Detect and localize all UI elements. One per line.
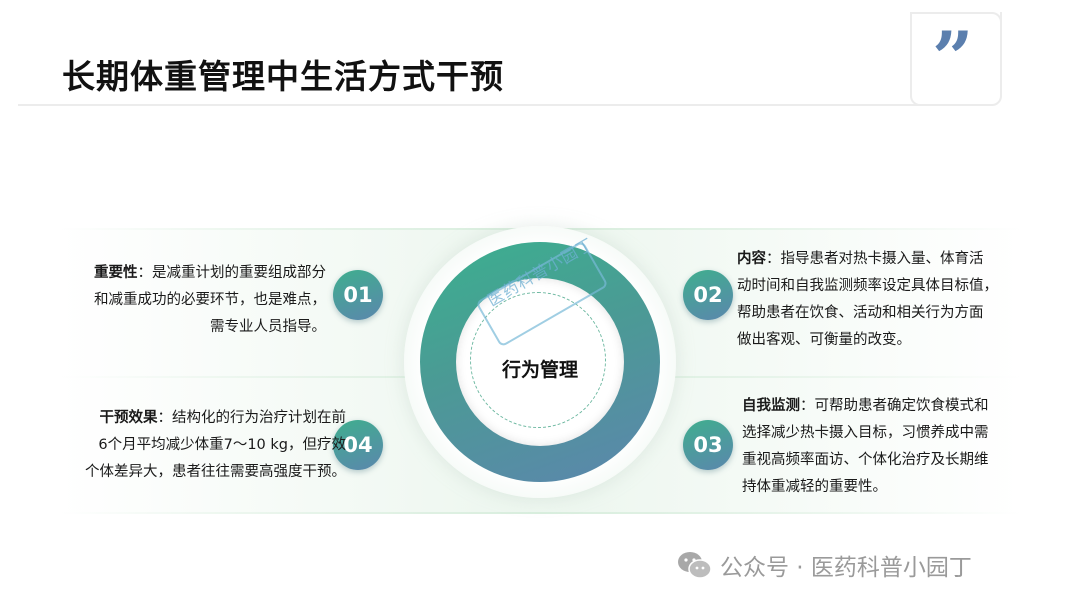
badge-02: 02 <box>683 270 733 320</box>
footer-text: 公众号 · 医药科普小园丁 <box>720 555 972 581</box>
text-block-effect: 干预效果：结构化的行为治疗计划在前 6个月平均减少体重7～10 kg，但疗效 个… <box>30 405 346 486</box>
band-bottom-line <box>60 512 1020 514</box>
text-line: 自我监测：可帮助患者确定饮食模式和 <box>742 393 1042 420</box>
wechat-icon <box>678 552 712 579</box>
block-text: 和减重成功的必要环节，也是难点， <box>94 292 326 308</box>
block-text: 帮助患者在饮食、活动和相关行为方面 <box>737 305 984 321</box>
block-text: ：可帮助患者确定饮食模式和 <box>800 398 989 414</box>
block-text: ：结构化的行为治疗计划在前 <box>157 410 347 426</box>
badge-01: 01 <box>333 270 383 320</box>
block-heading: 重要性 <box>94 265 138 281</box>
text-block-importance: 重要性：是减重计划的重要组成部分 和减重成功的必要环节，也是难点， 需专业人员指… <box>30 260 326 341</box>
block-text: ：指导患者对热卡摄入量、体育活 <box>766 251 984 267</box>
block-text: 做出客观、可衡量的改变。 <box>737 332 911 348</box>
block-heading: 自我监测 <box>742 398 800 414</box>
text-line: 内容：指导患者对热卡摄入量、体育活 <box>737 246 1037 273</box>
quote-box: ” <box>910 12 1002 106</box>
footer-watermark: 公众号 · 医药科普小园丁 <box>676 548 972 582</box>
slide: ” 长期体重管理中生活方式干预 行为管理 医药科普小园丁 01 02 03 04… <box>0 0 1080 608</box>
quote-mark-icon: ” <box>932 15 974 100</box>
page-title: 长期体重管理中生活方式干预 <box>62 57 504 96</box>
block-text: 需专业人员指导。 <box>210 319 326 335</box>
block-text: 6个月平均减少体重7～10 kg，但疗效 <box>98 437 346 453</box>
badge-03: 03 <box>683 420 733 470</box>
text-block-self-monitoring: 自我监测：可帮助患者确定饮食模式和 选择减少热卡摄入目标，习惯养成中需 重视高频… <box>742 393 1042 501</box>
text-block-content: 内容：指导患者对热卡摄入量、体育活 动时间和自我监测频率设定具体目标值， 帮助患… <box>737 246 1037 354</box>
block-text: ：是减重计划的重要组成部分 <box>137 265 327 281</box>
block-text: 重视高频率面访、个体化治疗及长期维 <box>742 452 989 468</box>
block-text: 选择减少热卡摄入目标，习惯养成中需 <box>742 425 989 441</box>
block-text: 动时间和自我监测频率设定具体目标值， <box>737 278 998 294</box>
center-label: 行为管理 <box>501 359 578 381</box>
block-text: 持体重减轻的重要性。 <box>742 479 887 495</box>
block-heading: 干预效果 <box>99 410 158 426</box>
text-line: 干预效果：结构化的行为治疗计划在前 <box>30 405 347 432</box>
block-heading: 内容 <box>737 251 766 267</box>
text-line: 重要性：是减重计划的重要组成部分 <box>30 260 326 287</box>
block-text: 个体差异大，患者往往需要高强度干预。 <box>85 464 346 480</box>
